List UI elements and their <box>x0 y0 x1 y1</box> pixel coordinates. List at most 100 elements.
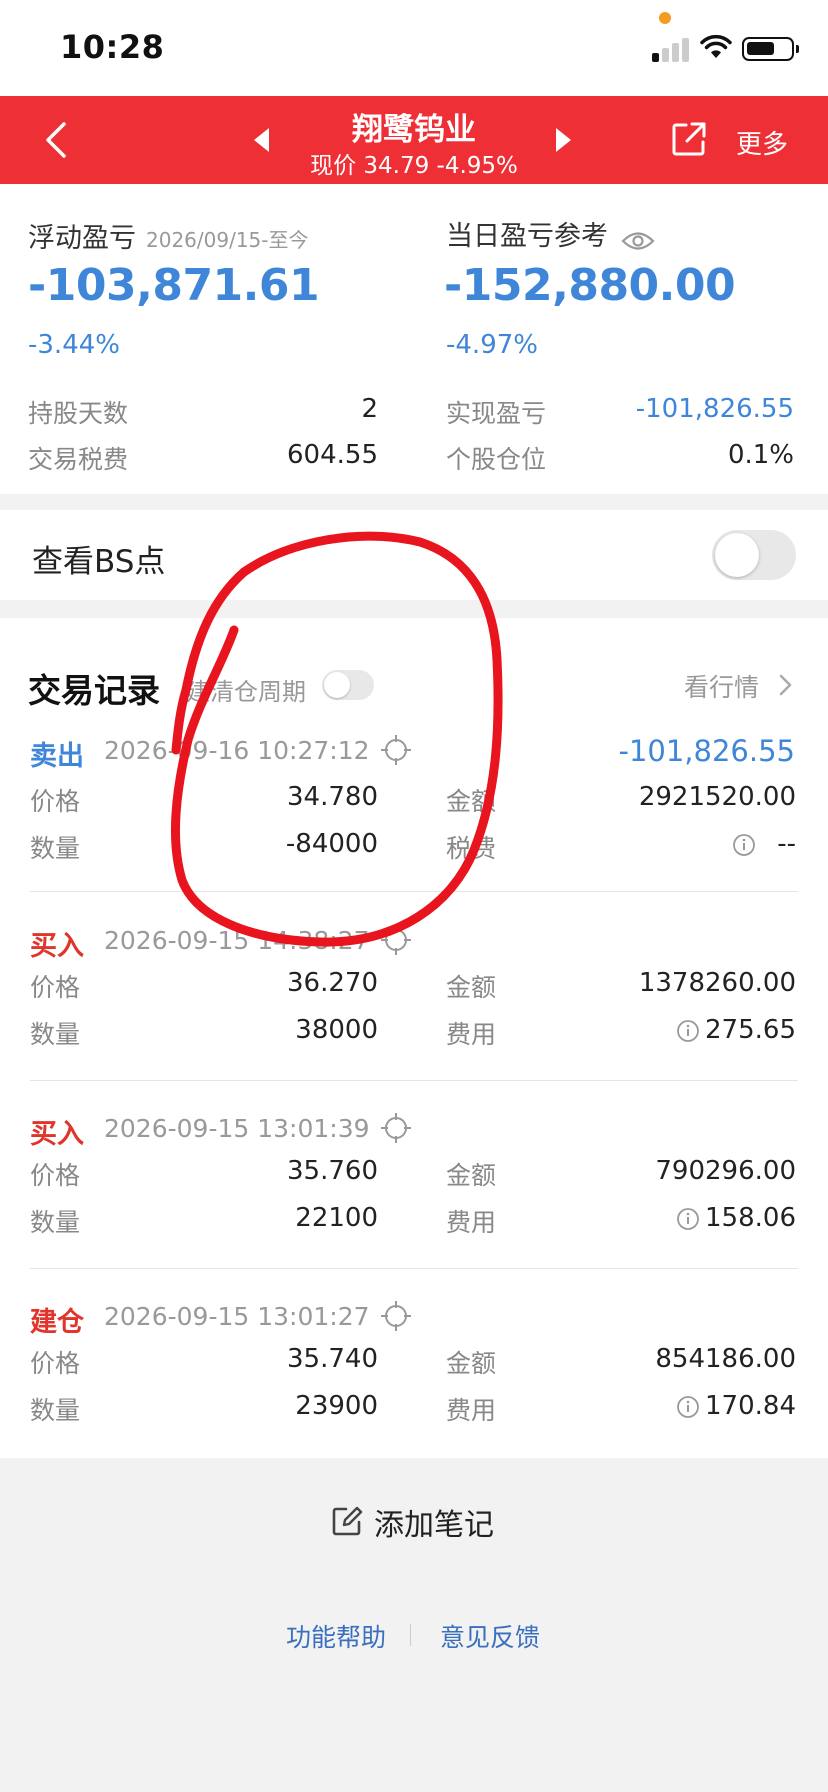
amount-label: 金额 <box>446 787 497 816</box>
edit-note-icon <box>332 1506 363 1536</box>
qty-row: 数量 23900 <box>30 1391 378 1425</box>
price-label: 价格 <box>30 787 81 816</box>
price-value: 35.760 <box>287 1156 378 1186</box>
qty-row: 数量 22100 <box>30 1203 378 1237</box>
qty-value: -84000 <box>285 829 378 859</box>
realized-pnl-value: -101,826.55 <box>635 394 794 424</box>
hold-days-row: 持股天数 2 <box>28 394 378 430</box>
qty-row: 数量 38000 <box>30 1015 378 1049</box>
floating-pnl-value: -103,871.61 <box>28 260 320 311</box>
fee-value: 170.84 <box>705 1391 796 1421</box>
hold-days-value: 2 <box>361 394 378 424</box>
price-label: 价格 <box>30 973 81 1002</box>
qty-value: 38000 <box>295 1015 378 1045</box>
floating-pnl-date: 2026/09/15-至今 <box>146 228 309 252</box>
trade-row[interactable]: 买入 2026-09-15 14:38:27 价格 36.270 数量 3800… <box>0 924 828 1112</box>
chevron-right-icon[interactable] <box>778 673 794 697</box>
position-value: 0.1% <box>727 440 794 470</box>
feedback-link[interactable]: 意见反馈 <box>440 1618 540 1654</box>
cellular-signal-icon <box>652 36 692 62</box>
view-quote-link[interactable]: 看行情 <box>684 668 759 704</box>
position-label: 个股仓位 <box>446 445 547 474</box>
help-link[interactable]: 功能帮助 <box>286 1618 386 1654</box>
trade-row[interactable]: 卖出 2026-09-16 10:27:12 -101,826.55 价格 34… <box>0 734 828 922</box>
info-icon[interactable] <box>676 1395 700 1419</box>
bs-points-label: 查看BS点 <box>32 544 166 580</box>
next-stock-icon[interactable] <box>556 128 571 152</box>
price-row: 价格 34.780 <box>30 782 378 816</box>
add-note-label: 添加笔记 <box>374 1508 494 1543</box>
stock-header: 翔鹭钨业 现价 34.79 -4.95% 更多 <box>0 96 828 184</box>
trade-type: 卖出 <box>30 741 84 772</box>
qty-label: 数量 <box>30 1396 81 1425</box>
share-icon[interactable] <box>670 120 708 158</box>
price-row: 价格 35.760 <box>30 1156 378 1190</box>
amount-value: 2921520.00 <box>638 782 796 812</box>
status-time: 10:28 <box>60 28 165 66</box>
wifi-icon <box>700 34 732 58</box>
qty-value: 23900 <box>295 1391 378 1421</box>
trade-row[interactable]: 买入 2026-09-15 13:01:39 价格 35.760 数量 2210… <box>0 1112 828 1300</box>
info-icon[interactable] <box>676 1019 700 1043</box>
app-root: 10:28 翔鹭钨业 现价 34.79 -4.95% 更多 浮动盈亏 2026/… <box>0 0 828 1792</box>
target-icon[interactable] <box>380 1112 412 1144</box>
fee-row: 费用 275.65 <box>446 1015 796 1049</box>
daily-pnl-value: -152,880.00 <box>444 260 736 311</box>
daily-pnl-percent: -4.97% <box>446 330 538 360</box>
realized-pnl-row: 实现盈亏 -101,826.55 <box>446 394 794 430</box>
price-value: 36.270 <box>287 968 378 998</box>
position-cycle-label: 建清仓周期 <box>186 678 306 706</box>
target-icon[interactable] <box>380 1300 412 1332</box>
qty-label: 数量 <box>30 1208 81 1237</box>
more-button[interactable]: 更多 <box>736 124 788 161</box>
info-icon[interactable] <box>676 1207 700 1231</box>
target-icon[interactable] <box>380 924 412 956</box>
amount-label: 金额 <box>446 1161 497 1190</box>
fee-label: 费用 <box>446 1020 497 1049</box>
qty-label: 数量 <box>30 1020 81 1049</box>
fee-value: -- <box>777 829 796 859</box>
divider <box>30 1080 798 1081</box>
amount-value: 854186.00 <box>655 1344 796 1374</box>
bs-points-toggle[interactable] <box>712 530 796 580</box>
price-value: 35.740 <box>287 1344 378 1374</box>
fee-value: 275.65 <box>705 1015 796 1045</box>
link-separator <box>410 1624 411 1646</box>
price-row: 价格 35.740 <box>30 1344 378 1378</box>
trade-row[interactable]: 建仓 2026-09-15 13:01:27 价格 35.740 数量 2390… <box>0 1300 828 1488</box>
daily-pnl-header: 当日盈亏参考 <box>446 214 655 253</box>
price-label: 价格 <box>30 1161 81 1190</box>
trade-time: 2026-09-16 10:27:12 <box>104 736 370 765</box>
bs-points-row: 查看BS点 <box>0 510 828 600</box>
trade-type: 买入 <box>30 1119 84 1150</box>
realized-pnl-label: 实现盈亏 <box>446 399 547 428</box>
fee-row: 费用 170.84 <box>446 1391 796 1425</box>
trade-records-card: 交易记录 建清仓周期 看行情 卖出 2026-09-16 10:27:12 -1… <box>0 618 828 1458</box>
tax-label: 交易税费 <box>28 445 129 474</box>
amount-label: 金额 <box>446 1349 497 1378</box>
trade-type: 买入 <box>30 931 84 962</box>
position-row: 个股仓位 0.1% <box>446 440 794 476</box>
add-note-button[interactable]: 添加笔记 <box>0 1496 828 1546</box>
fee-row: 费用 158.06 <box>446 1203 796 1237</box>
target-icon[interactable] <box>380 734 412 766</box>
fee-value: 158.06 <box>705 1203 796 1233</box>
info-icon[interactable] <box>732 833 756 857</box>
amount-value: 1378260.00 <box>638 968 796 998</box>
price-label: 价格 <box>30 1349 81 1378</box>
amount-value: 790296.00 <box>655 1156 796 1186</box>
price-value: 34.780 <box>287 782 378 812</box>
eye-icon[interactable] <box>621 230 655 252</box>
price-row: 价格 36.270 <box>30 968 378 1002</box>
trade-time: 2026-09-15 14:38:27 <box>104 926 370 955</box>
trade-type: 建仓 <box>30 1307 84 1338</box>
position-cycle-toggle[interactable] <box>322 670 374 700</box>
tax-value: 604.55 <box>287 440 378 470</box>
floating-pnl-percent: -3.44% <box>28 330 120 360</box>
tax-row: 交易税费 604.55 <box>28 440 378 476</box>
trade-time: 2026-09-15 13:01:27 <box>104 1302 370 1331</box>
amount-row: 金额 1378260.00 <box>446 968 796 1002</box>
fee-row: 税费 -- <box>446 829 796 863</box>
qty-value: 22100 <box>295 1203 378 1233</box>
fee-label: 税费 <box>446 834 497 863</box>
